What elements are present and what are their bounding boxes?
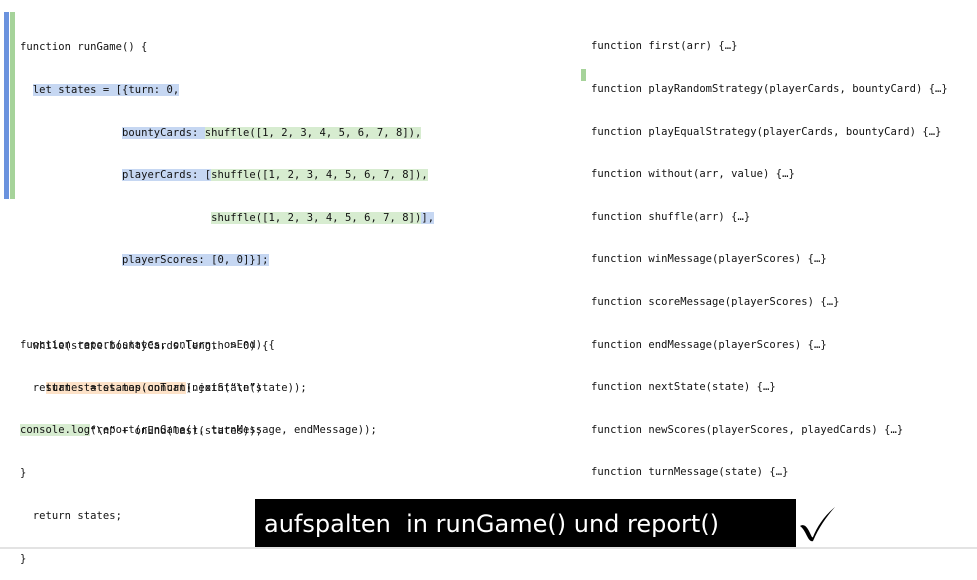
highlight-green: shuffle([1, 2, 3, 4, 5, 6, 7, 8]), <box>204 126 422 139</box>
caption-banner: aufspalten in runGame() und report() <box>255 499 796 549</box>
function-stub: function playRandomStrategy(playerCards,… <box>591 83 948 95</box>
code-line: console.log(report(runGame(), turnMessag… <box>20 424 377 437</box>
code-line: } <box>20 552 27 565</box>
function-stub: function without(arr, value) {…} <box>591 168 795 181</box>
function-stub: function nextState(state) {…} <box>591 381 776 394</box>
function-stub: function first(arr) {…} <box>591 40 738 53</box>
highlight-green: shuffle([1, 2, 3, 4, 5, 6, 7, 8]), <box>211 169 428 182</box>
code-line: function report(states, onTurn, onEnd) { <box>20 339 275 352</box>
highlight-blue: ], <box>421 211 435 224</box>
highlight-blue: playerCards: [ <box>121 169 212 182</box>
code-block-console-log: console.log(report(runGame(), turnMessag… <box>20 395 377 452</box>
code-line: } <box>20 467 27 480</box>
function-stub: function endMessage(playerScores) {…} <box>591 338 827 351</box>
code-line: let states = [{turn: 0, <box>20 83 434 97</box>
highlight-blue: playerScores: [0, 0]}]; <box>121 254 269 267</box>
code-line: return states.map(onTurn).join(“\n”) <box>20 382 263 394</box>
highlight-blue: let states = [{turn: 0, <box>32 84 180 96</box>
highlight-blue: bountyCards: <box>121 126 205 139</box>
code-line: playerCards: [shuffle([1, 2, 3, 4, 5, 6,… <box>20 168 434 182</box>
code-line: shuffle([1, 2, 3, 4, 5, 6, 7, 8])], <box>20 211 435 225</box>
code-line: playerScores: [0, 0]}]; <box>20 253 434 267</box>
selection-bar-green <box>10 12 15 199</box>
function-stub: function scoreMessage(playerScores) {…} <box>591 295 840 308</box>
code-line: function runGame() { <box>20 41 148 54</box>
highlight-green: shuffle([1, 2, 3, 4, 5, 6, 7, 8]) <box>211 211 422 224</box>
code-block-function-list: function first(arr) {…} function playRan… <box>591 11 948 536</box>
function-stub: function playEqualStrategy(playerCards, … <box>591 125 942 138</box>
code-block-rungame: function runGame() { let states = [{turn… <box>20 12 435 580</box>
checkmark-icon <box>800 507 835 542</box>
highlight-green: console.log <box>20 424 91 437</box>
function-stub: function newScores(playerScores, playedC… <box>591 423 904 436</box>
code-line: bountyCards: shuffle([1, 2, 3, 4, 5, 6, … <box>20 126 434 140</box>
function-stub: function turnMessage(state) {…} <box>591 466 789 479</box>
selection-bar-blue <box>4 12 9 199</box>
shuffle-marker-bar <box>581 69 586 81</box>
function-stub: function winMessage(playerScores) {…} <box>591 253 827 266</box>
function-stub: function shuffle(arr) {…} <box>591 210 751 223</box>
